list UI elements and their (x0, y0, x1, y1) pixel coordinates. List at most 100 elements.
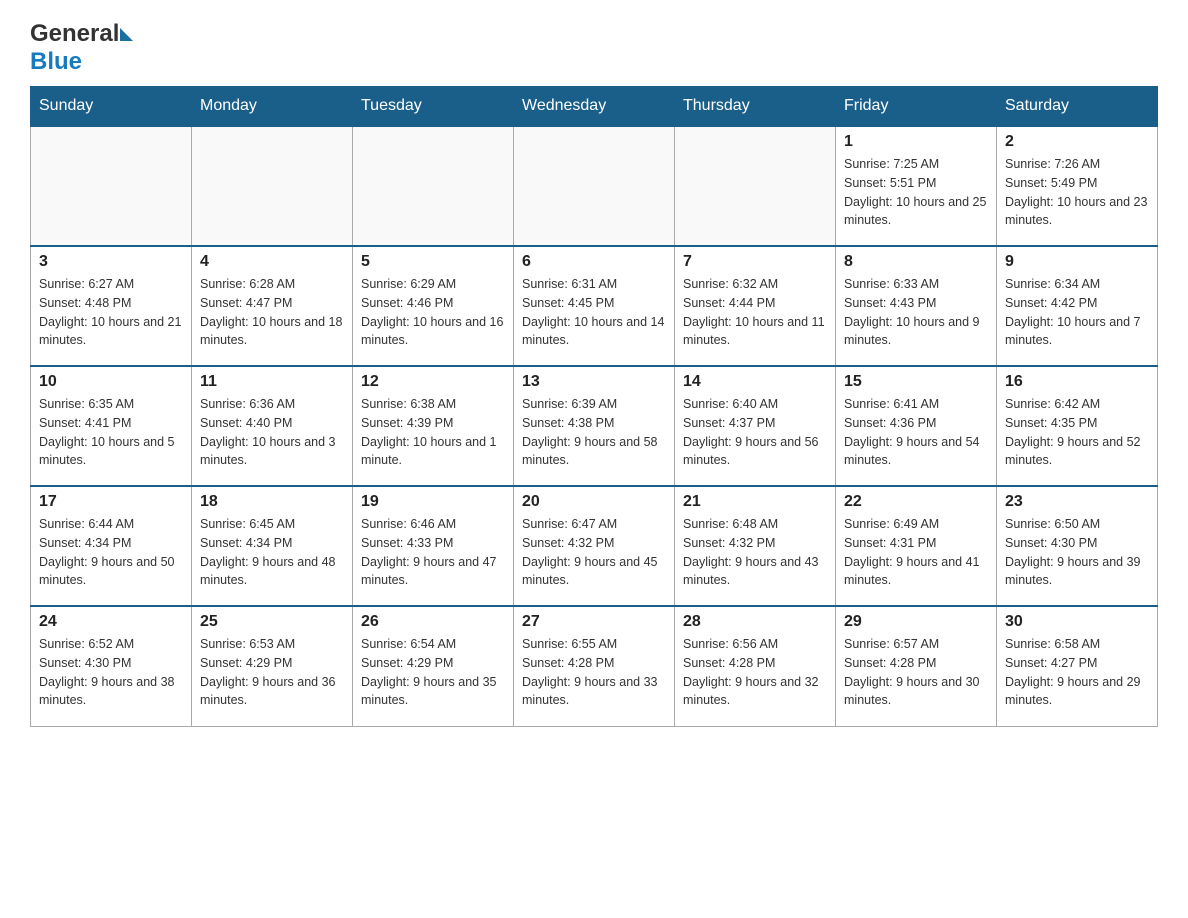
day-number: 24 (39, 613, 183, 631)
calendar-cell: 13 Sunrise: 6:39 AMSunset: 4:38 PMDayligh… (514, 366, 675, 486)
day-number: 29 (844, 613, 988, 631)
calendar-cell: 18 Sunrise: 6:45 AMSunset: 4:34 PMDayligh… (192, 486, 353, 606)
weekday-header-sunday: Sunday (31, 87, 192, 127)
day-number: 19 (361, 493, 505, 511)
calendar-cell: 5 Sunrise: 6:29 AMSunset: 4:46 PMDaylight… (353, 246, 514, 366)
calendar-cell: 20 Sunrise: 6:47 AMSunset: 4:32 PMDayligh… (514, 486, 675, 606)
calendar-cell: 9 Sunrise: 6:34 AMSunset: 4:42 PMDaylight… (997, 246, 1158, 366)
day-info: Sunrise: 6:31 AMSunset: 4:45 PMDaylight:… (522, 275, 666, 350)
day-number: 18 (200, 493, 344, 511)
calendar-cell: 29 Sunrise: 6:57 AMSunset: 4:28 PMDayligh… (836, 606, 997, 726)
day-number: 27 (522, 613, 666, 631)
calendar-cell: 30 Sunrise: 6:58 AMSunset: 4:27 PMDayligh… (997, 606, 1158, 726)
day-info: Sunrise: 6:49 AMSunset: 4:31 PMDaylight:… (844, 515, 988, 590)
day-number: 25 (200, 613, 344, 631)
page-header: General Blue (30, 20, 1158, 76)
day-info: Sunrise: 6:29 AMSunset: 4:46 PMDaylight:… (361, 275, 505, 350)
day-number: 23 (1005, 493, 1149, 511)
day-number: 16 (1005, 373, 1149, 391)
week-row-2: 3 Sunrise: 6:27 AMSunset: 4:48 PMDaylight… (31, 246, 1158, 366)
calendar-cell: 27 Sunrise: 6:55 AMSunset: 4:28 PMDayligh… (514, 606, 675, 726)
day-info: Sunrise: 7:25 AMSunset: 5:51 PMDaylight:… (844, 155, 988, 230)
calendar-cell: 8Sunrise: 6:33 AMSunset: 4:43 PMDaylight… (836, 246, 997, 366)
day-number: 28 (683, 613, 827, 631)
day-number: 3 (39, 253, 183, 271)
day-info: Sunrise: 6:46 AMSunset: 4:33 PMDaylight:… (361, 515, 505, 590)
calendar-cell: 6 Sunrise: 6:31 AMSunset: 4:45 PMDaylight… (514, 246, 675, 366)
day-number: 30 (1005, 613, 1149, 631)
weekday-header-tuesday: Tuesday (353, 87, 514, 127)
calendar-cell: 14 Sunrise: 6:40 AMSunset: 4:37 PMDayligh… (675, 366, 836, 486)
day-number: 21 (683, 493, 827, 511)
day-number: 13 (522, 373, 666, 391)
day-number: 5 (361, 253, 505, 271)
calendar-cell: 19 Sunrise: 6:46 AMSunset: 4:33 PMDayligh… (353, 486, 514, 606)
calendar-cell (353, 126, 514, 246)
day-info: Sunrise: 6:50 AMSunset: 4:30 PMDaylight:… (1005, 515, 1149, 590)
day-info: Sunrise: 6:48 AMSunset: 4:32 PMDaylight:… (683, 515, 827, 590)
day-info: Sunrise: 6:28 AMSunset: 4:47 PMDaylight:… (200, 275, 344, 350)
day-number: 10 (39, 373, 183, 391)
day-number: 9 (1005, 253, 1149, 271)
day-number: 14 (683, 373, 827, 391)
logo-general-text: General (30, 20, 119, 48)
logo-blue-text: Blue (30, 48, 82, 75)
day-info: Sunrise: 6:34 AMSunset: 4:42 PMDaylight:… (1005, 275, 1149, 350)
day-info: Sunrise: 6:53 AMSunset: 4:29 PMDaylight:… (200, 635, 344, 710)
calendar-cell (192, 126, 353, 246)
calendar-cell: 21 Sunrise: 6:48 AMSunset: 4:32 PMDayligh… (675, 486, 836, 606)
calendar-cell: 11 Sunrise: 6:36 AMSunset: 4:40 PMDayligh… (192, 366, 353, 486)
day-number: 20 (522, 493, 666, 511)
day-info: Sunrise: 6:33 AMSunset: 4:43 PMDaylight:… (844, 275, 988, 350)
calendar-cell: 2 Sunrise: 7:26 AMSunset: 5:49 PMDaylight… (997, 126, 1158, 246)
calendar-cell: 24Sunrise: 6:52 AMSunset: 4:30 PMDayligh… (31, 606, 192, 726)
day-number: 1 (844, 133, 988, 151)
calendar-cell: 16 Sunrise: 6:42 AMSunset: 4:35 PMDayligh… (997, 366, 1158, 486)
day-info: Sunrise: 6:39 AMSunset: 4:38 PMDaylight:… (522, 395, 666, 470)
calendar-cell: 26 Sunrise: 6:54 AMSunset: 4:29 PMDayligh… (353, 606, 514, 726)
calendar-cell: 10Sunrise: 6:35 AMSunset: 4:41 PMDayligh… (31, 366, 192, 486)
day-number: 2 (1005, 133, 1149, 151)
day-number: 15 (844, 373, 988, 391)
calendar-cell (31, 126, 192, 246)
day-number: 26 (361, 613, 505, 631)
day-info: Sunrise: 6:54 AMSunset: 4:29 PMDaylight:… (361, 635, 505, 710)
day-number: 7 (683, 253, 827, 271)
calendar-cell: 4Sunrise: 6:28 AMSunset: 4:47 PMDaylight… (192, 246, 353, 366)
calendar-cell: 22 Sunrise: 6:49 AMSunset: 4:31 PMDayligh… (836, 486, 997, 606)
day-info: Sunrise: 6:42 AMSunset: 4:35 PMDaylight:… (1005, 395, 1149, 470)
day-number: 17 (39, 493, 183, 511)
day-info: Sunrise: 6:41 AMSunset: 4:36 PMDaylight:… (844, 395, 988, 470)
day-info: Sunrise: 6:36 AMSunset: 4:40 PMDaylight:… (200, 395, 344, 470)
weekday-header-saturday: Saturday (997, 87, 1158, 127)
calendar-cell: 1 Sunrise: 7:25 AMSunset: 5:51 PMDaylight… (836, 126, 997, 246)
weekday-header-row: SundayMondayTuesdayWednesdayThursdayFrid… (31, 87, 1158, 127)
week-row-5: 24Sunrise: 6:52 AMSunset: 4:30 PMDayligh… (31, 606, 1158, 726)
day-number: 11 (200, 373, 344, 391)
day-info: Sunrise: 6:38 AMSunset: 4:39 PMDaylight:… (361, 395, 505, 470)
day-info: Sunrise: 7:26 AMSunset: 5:49 PMDaylight:… (1005, 155, 1149, 230)
calendar-cell: 17Sunrise: 6:44 AMSunset: 4:34 PMDayligh… (31, 486, 192, 606)
weekday-header-thursday: Thursday (675, 87, 836, 127)
calendar-cell: 25 Sunrise: 6:53 AMSunset: 4:29 PMDayligh… (192, 606, 353, 726)
day-info: Sunrise: 6:40 AMSunset: 4:37 PMDaylight:… (683, 395, 827, 470)
weekday-header-wednesday: Wednesday (514, 87, 675, 127)
day-info: Sunrise: 6:57 AMSunset: 4:28 PMDaylight:… (844, 635, 988, 710)
calendar-cell (514, 126, 675, 246)
day-info: Sunrise: 6:47 AMSunset: 4:32 PMDaylight:… (522, 515, 666, 590)
logo-triangle-icon (120, 28, 133, 41)
logo: General Blue (30, 20, 134, 76)
calendar-cell: 28Sunrise: 6:56 AMSunset: 4:28 PMDayligh… (675, 606, 836, 726)
calendar-cell (675, 126, 836, 246)
calendar-cell: 15 Sunrise: 6:41 AMSunset: 4:36 PMDayligh… (836, 366, 997, 486)
calendar-cell: 7 Sunrise: 6:32 AMSunset: 4:44 PMDaylight… (675, 246, 836, 366)
day-info: Sunrise: 6:55 AMSunset: 4:28 PMDaylight:… (522, 635, 666, 710)
day-number: 22 (844, 493, 988, 511)
day-info: Sunrise: 6:27 AMSunset: 4:48 PMDaylight:… (39, 275, 183, 350)
calendar-cell: 12Sunrise: 6:38 AMSunset: 4:39 PMDayligh… (353, 366, 514, 486)
day-number: 6 (522, 253, 666, 271)
week-row-1: 1 Sunrise: 7:25 AMSunset: 5:51 PMDaylight… (31, 126, 1158, 246)
day-info: Sunrise: 6:32 AMSunset: 4:44 PMDaylight:… (683, 275, 827, 350)
day-info: Sunrise: 6:45 AMSunset: 4:34 PMDaylight:… (200, 515, 344, 590)
day-info: Sunrise: 6:58 AMSunset: 4:27 PMDaylight:… (1005, 635, 1149, 710)
